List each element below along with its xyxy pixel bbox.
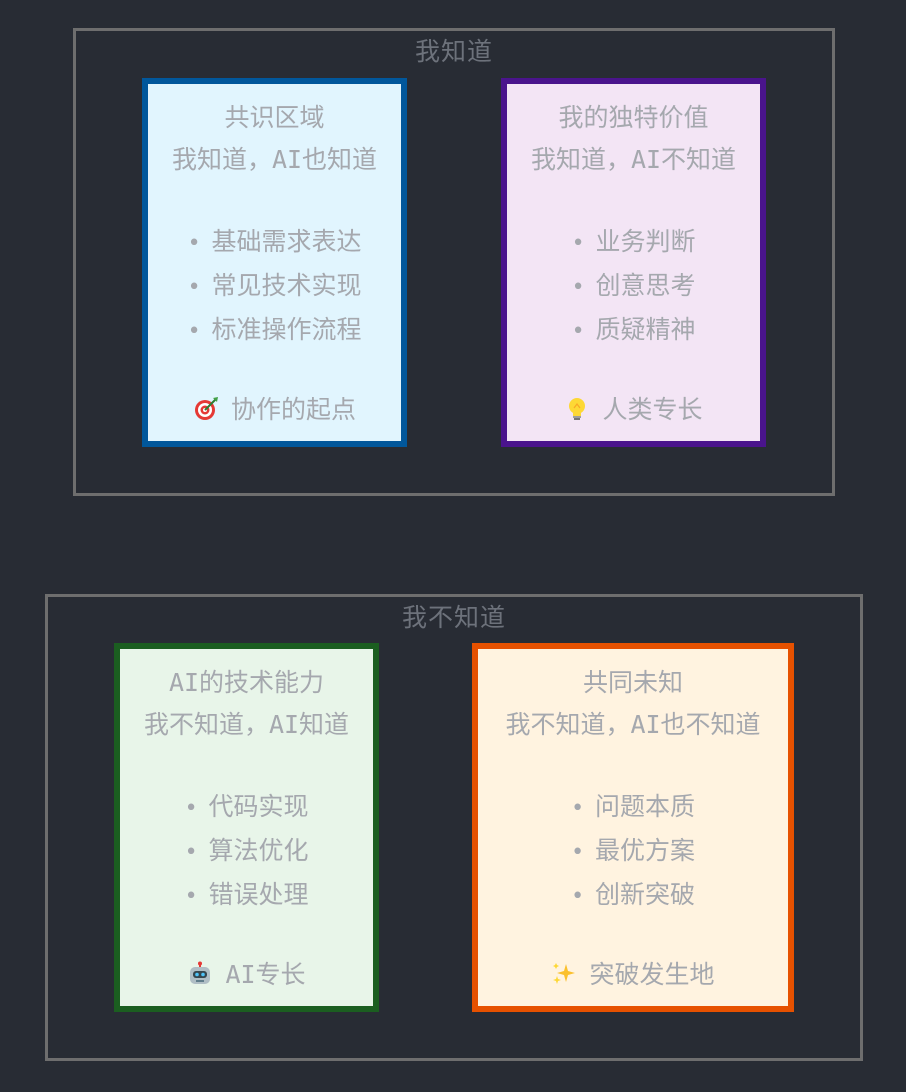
robot-icon — [190, 961, 211, 984]
list-item: • 质疑精神 — [507, 309, 760, 353]
list-item: • 标准操作流程 — [148, 309, 401, 353]
footer-label: 突破发生地 — [589, 960, 715, 989]
footer-label: 人类专长 — [602, 395, 703, 424]
card-title: AI的技术能力 — [168, 668, 325, 697]
bullet-icon: • — [184, 840, 198, 865]
group-title: 我不知道 — [401, 603, 506, 632]
bullet-icon: • — [184, 884, 198, 909]
card-footer: 人类专长 — [507, 393, 760, 427]
card-title: 共同未知 — [582, 668, 683, 697]
list-item: • 问题本质 — [478, 786, 788, 830]
bullet-icon: • — [571, 275, 585, 300]
bullet-icon: • — [570, 840, 585, 865]
quadrant-consensus: 共识区域 我知道，AI也知道 • 基础需求表达 • 常见技术实现 • 标准操作流程 协… — [142, 78, 407, 447]
list-item: • 基础需求表达 — [148, 221, 401, 265]
bullet-icon: • — [570, 796, 585, 821]
bullet-icon: • — [571, 319, 585, 344]
bullet-icon: • — [571, 231, 585, 256]
list-item: • 创意思考 — [507, 265, 760, 309]
footer-label: 协作的起点 — [230, 395, 356, 424]
card-item-list: • 代码实现 • 算法优化 • 错误处理 — [120, 786, 373, 918]
list-item: • 常见技术实现 — [148, 265, 401, 309]
quadrant-ai-capability: AI的技术能力 我不知道，AI知道 • 代码实现 • 算法优化 • 错误处理 AI专长 — [114, 643, 379, 1012]
bullet-icon: • — [187, 275, 201, 300]
card-item-list: • 基础需求表达 • 常见技术实现 • 标准操作流程 — [148, 221, 401, 353]
bullet-icon: • — [184, 796, 198, 821]
list-item: • 创新突破 — [478, 874, 788, 918]
card-footer: 协作的起点 — [148, 393, 401, 427]
bullet-icon: • — [187, 231, 201, 256]
card-title: 我的独特价值 — [558, 103, 709, 132]
card-title: 共识区域 — [224, 103, 325, 132]
lightbulb-icon — [569, 398, 586, 420]
card-footer: 突破发生地 — [478, 958, 788, 992]
list-item: • 错误处理 — [120, 874, 373, 918]
sparkles-icon — [553, 963, 576, 984]
card-subtitle: 我不知道，AI也不知道 — [505, 710, 761, 739]
card-subtitle: 我知道，AI也知道 — [171, 145, 378, 174]
list-item: • 业务判断 — [507, 221, 760, 265]
list-item: • 最优方案 — [478, 830, 788, 874]
quadrant-shared-unknown: 共同未知 我不知道，AI也不知道 • 问题本质 • 最优方案 • 创新突破 突破发生地 — [472, 643, 794, 1012]
card-footer: AI专长 — [120, 958, 373, 992]
quadrant-unique-value: 我的独特价值 我知道，AI不知道 • 业务判断 • 创意思考 • 质疑精神 人类专长 — [501, 78, 766, 447]
list-item: • 代码实现 — [120, 786, 373, 830]
card-subtitle: 我不知道，AI知道 — [143, 710, 350, 739]
card-subtitle: 我知道，AI不知道 — [530, 145, 737, 174]
card-item-list: • 问题本质 • 最优方案 • 创新突破 — [478, 786, 788, 918]
group-title: 我知道 — [414, 37, 493, 66]
list-item: • 算法优化 — [120, 830, 373, 874]
target-icon — [194, 397, 218, 420]
footer-label: AI专长 — [225, 960, 306, 989]
bullet-icon: • — [570, 884, 585, 909]
bullet-icon: • — [187, 319, 201, 344]
card-item-list: • 业务判断 • 创意思考 • 质疑精神 — [507, 221, 760, 353]
